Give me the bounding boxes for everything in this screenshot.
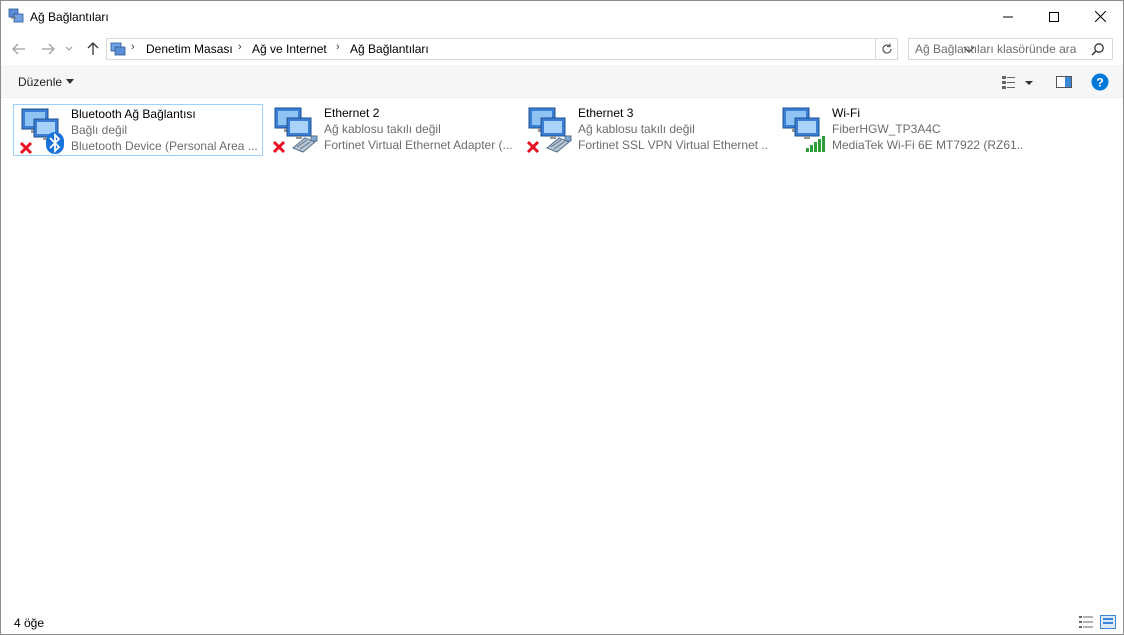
close-button[interactable]: [1077, 1, 1123, 32]
close-icon: [1094, 11, 1106, 22]
disconnected-x-icon: [526, 140, 540, 154]
connection-name: Bluetooth Ağ Bağlantısı: [71, 107, 196, 121]
chevron-right-icon: ›: [131, 41, 135, 53]
connection-item-ethernet-2[interactable]: Ethernet 2 Ağ kablosu takılı değil Forti…: [267, 104, 517, 156]
title-bar: Ağ Bağlantıları: [1, 1, 1123, 32]
ethernet-network-icon: [526, 107, 572, 154]
up-button[interactable]: [84, 40, 102, 58]
large-icons-view-icon[interactable]: [1100, 615, 1116, 629]
connection-device: Fortinet Virtual Ethernet Adapter (...: [324, 138, 513, 152]
status-bar: 4 öğe: [1, 608, 1123, 634]
connection-name: Ethernet 2: [324, 106, 380, 120]
connection-device: MediaTek Wi-Fi 6E MT7922 (RZ61...: [832, 138, 1022, 152]
address-bar[interactable]: › Denetim Masası › Ağ ve Internet › Ağ B…: [106, 38, 975, 60]
chevron-right-icon: ›: [238, 41, 242, 53]
preview-pane-icon[interactable]: [1056, 74, 1072, 90]
recent-locations-button[interactable]: [63, 40, 75, 58]
connection-device: Bluetooth Device (Personal Area ...: [71, 139, 258, 153]
forward-button[interactable]: [39, 40, 57, 58]
bluetooth-network-icon: [19, 108, 64, 155]
bluetooth-icon: [46, 132, 64, 154]
search-icon[interactable]: [1091, 42, 1105, 56]
connection-device: Fortinet SSL VPN Virtual Ethernet ...: [578, 138, 768, 152]
help-icon[interactable]: ?: [1091, 73, 1109, 91]
item-count: 4 öğe: [14, 616, 45, 630]
network-connections-icon: [8, 8, 24, 23]
explorer-window: Ağ Bağlantıları › Denetim Masası › Ağ ve…: [0, 0, 1124, 635]
details-view-icon[interactable]: [1078, 615, 1094, 629]
arrow-left-icon: [12, 43, 25, 55]
chevron-right-icon: ›: [336, 41, 340, 53]
maximize-icon: [1049, 11, 1059, 22]
connection-name: Ethernet 3: [578, 106, 634, 120]
chevron-down-icon[interactable]: [66, 79, 74, 84]
breadcrumb-network-internet[interactable]: Ağ ve Internet: [252, 42, 327, 56]
connection-name: Wi-Fi: [832, 106, 860, 120]
minimize-button[interactable]: [985, 1, 1031, 32]
connections-list: Bluetooth Ağ Bağlantısı Bağlı değil Blue…: [1, 98, 1123, 608]
disconnected-x-icon: [272, 140, 286, 154]
refresh-icon: [881, 43, 892, 54]
disconnected-x-icon: [19, 141, 33, 155]
wifi-network-icon: [782, 107, 825, 152]
connection-item-ethernet-3[interactable]: Ethernet 3 Ağ kablosu takılı değil Forti…: [521, 104, 771, 156]
search-box[interactable]: Ağ Bağlantıları klasöründe ara: [908, 38, 1113, 60]
window-title: Ağ Bağlantıları: [30, 10, 109, 24]
connection-item-bluetooth[interactable]: Bluetooth Ağ Bağlantısı Bağlı değil Blue…: [13, 104, 263, 156]
navigation-bar: › Denetim Masası › Ağ ve Internet › Ağ B…: [1, 32, 1123, 65]
view-options-dropdown-icon[interactable]: [1023, 74, 1035, 90]
organize-menu[interactable]: Düzenle: [18, 75, 62, 89]
svg-text:?: ?: [1096, 76, 1103, 90]
connection-status: Ağ kablosu takılı değil: [578, 122, 695, 136]
search-input[interactable]: Ağ Bağlantıları klasöründe ara: [915, 42, 1076, 56]
minimize-icon: [1003, 16, 1013, 17]
change-view-icon[interactable]: [1001, 74, 1017, 90]
connection-status: FiberHGW_TP3A4C: [832, 122, 941, 136]
arrow-up-icon: [87, 42, 99, 55]
breadcrumb-control-panel[interactable]: Denetim Masası: [146, 42, 233, 56]
arrow-right-icon: [42, 43, 55, 55]
maximize-button[interactable]: [1031, 1, 1077, 32]
back-button[interactable]: [10, 40, 28, 58]
ethernet-network-icon: [272, 107, 318, 154]
command-bar: Düzenle ?: [1, 65, 1123, 98]
control-panel-icon: [110, 42, 126, 56]
connection-status: Ağ kablosu takılı değil: [324, 122, 441, 136]
connection-status: Bağlı değil: [71, 123, 128, 137]
connection-item-wifi[interactable]: Wi-Fi FiberHGW_TP3A4C MediaTek Wi-Fi 6E …: [775, 104, 1025, 156]
refresh-button[interactable]: [876, 38, 898, 60]
breadcrumb-network-connections[interactable]: Ağ Bağlantıları: [350, 42, 429, 56]
chevron-down-icon: [65, 46, 73, 51]
